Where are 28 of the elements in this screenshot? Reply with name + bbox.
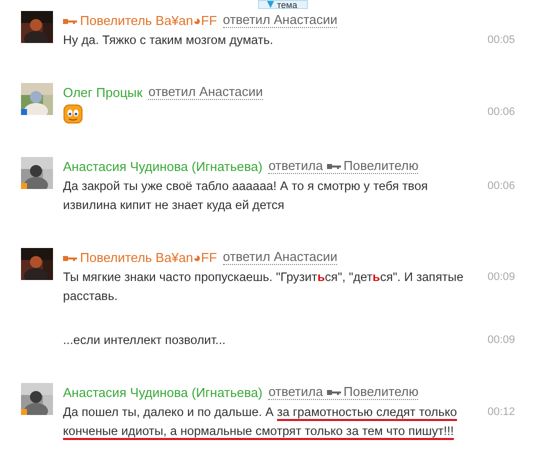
- message-time: 00:05: [486, 33, 515, 48]
- author-link[interactable]: Повелитель Ва¥an◕FF: [63, 12, 217, 28]
- message-text: Да пошел ты, далеко и по дальше. А за грамотностью следят только конченые идиоты, а нормальные смотрят только за тем что пишут!!!: [63, 404, 458, 440]
- smiley-icon: [63, 104, 83, 124]
- key-icon: [63, 254, 77, 262]
- author-link[interactable]: Повелитель Ва¥an◕FF: [63, 250, 217, 264]
- message-time: 00:06: [486, 179, 515, 194]
- reply-link[interactable]: ответила Повелителю: [268, 158, 418, 174]
- message-text: Да закрой ты уже своё табло аааааа! А то я смотрю у тебя твоя извилина кипит не знает куда ей дется: [63, 178, 429, 214]
- author-link[interactable]: Анастасия Чудинова (Игнатьева): [63, 158, 262, 174]
- topic-tab[interactable]: тема: [258, 0, 308, 9]
- message-text: ...если интеллект позволит...: [63, 332, 227, 349]
- reply-link[interactable]: ответил Анастасии: [148, 84, 263, 100]
- message-time: 00:06: [486, 105, 515, 120]
- caret-icon: [267, 0, 274, 8]
- key-icon: [326, 162, 341, 170]
- message-text: Ну да. Тяжко с таким мозгом думать.: [63, 32, 274, 49]
- message-text: Ты мягкие знаки часто пропускаешь. "Грузиться", "деться". И запятые расставь.: [63, 269, 464, 305]
- key-icon: [326, 388, 341, 396]
- key-icon: [63, 18, 77, 25]
- author-link[interactable]: Олег Процык: [63, 84, 142, 100]
- message-time: 00:09: [486, 333, 515, 348]
- reply-link[interactable]: ответил Анастасии: [222, 250, 338, 264]
- reply-link[interactable]: ответила Повелителю: [268, 384, 418, 400]
- message-time: 00:12: [486, 405, 515, 420]
- message-time: 00:09: [486, 270, 515, 285]
- reply-link[interactable]: ответил Анастасии: [222, 12, 338, 28]
- author-link[interactable]: Анастасия Чудинова (Игнатьева): [63, 384, 262, 400]
